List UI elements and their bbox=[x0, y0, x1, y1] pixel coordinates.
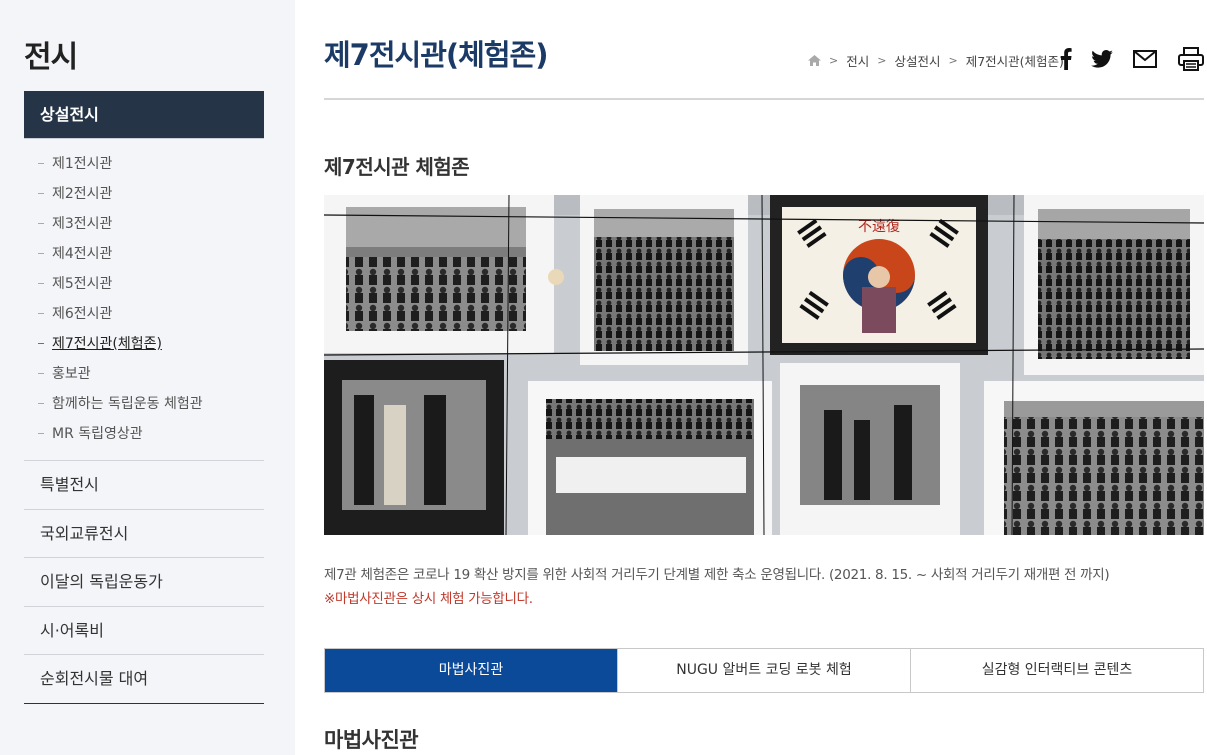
submenu-item-mr-theater[interactable]: MR 독립영상관 bbox=[24, 419, 264, 449]
submenu-item-hall-5[interactable]: 제5전시관 bbox=[24, 269, 264, 299]
sidebar: 전시 상설전시 제1전시관 제2전시관 제3전시관 제4전시관 제5전시관 제6… bbox=[0, 0, 295, 755]
facebook-share-button[interactable] bbox=[1057, 46, 1075, 72]
breadcrumb: > 전시 > 상설전시 > 제7전시관(체험존) bbox=[808, 51, 1064, 70]
chevron-right-icon: > bbox=[877, 54, 887, 67]
chevron-right-icon: > bbox=[948, 54, 958, 67]
mail-icon bbox=[1133, 50, 1157, 68]
sidebar-item-poem-monument[interactable]: 시·어록비 bbox=[24, 605, 264, 655]
twitter-icon bbox=[1091, 50, 1113, 68]
submenu-item-hall-1[interactable]: 제1전시관 bbox=[24, 149, 264, 179]
breadcrumb-item[interactable]: 상설전시 bbox=[894, 51, 940, 70]
dash-icon bbox=[38, 403, 44, 404]
sidebar-item-independence-activist[interactable]: 이달의 독립운동가 bbox=[24, 557, 264, 606]
breadcrumb-item[interactable]: 전시 bbox=[846, 51, 869, 70]
dash-icon bbox=[38, 163, 44, 164]
dash-icon bbox=[38, 223, 44, 224]
sidebar-item-special-exhibition[interactable]: 특별전시 bbox=[24, 460, 264, 509]
sidebar-divider bbox=[24, 138, 264, 139]
dash-icon bbox=[38, 313, 44, 314]
photo-wall-illustration: 不遠復 bbox=[324, 195, 1204, 535]
notice-text: 제7관 체험존은 코로나 19 확산 방지를 위한 사회적 거리두기 단계별 제… bbox=[324, 567, 1110, 583]
dash-icon bbox=[38, 373, 44, 374]
chevron-right-icon: > bbox=[829, 54, 839, 67]
submenu-item-label: 제1전시관 bbox=[52, 156, 113, 172]
submenu-item-label: 함께하는 독립운동 체험관 bbox=[52, 396, 203, 412]
dash-icon bbox=[38, 433, 44, 434]
submenu-item-hall-7[interactable]: 제7전시관(체험존) bbox=[24, 329, 264, 359]
dash-icon bbox=[38, 193, 44, 194]
page-title: 제7전시관(체험존) bbox=[324, 38, 548, 72]
sidebar-title: 전시 bbox=[24, 40, 78, 75]
sidebar-item-traveling-exhibition[interactable]: 순회전시물 대여 bbox=[24, 654, 264, 703]
submenu-item-label: 제4전시관 bbox=[52, 246, 113, 262]
sidebar-submenu: 제1전시관 제2전시관 제3전시관 제4전시관 제5전시관 제6전시관 제7전시… bbox=[24, 149, 264, 449]
submenu-item-label: MR 독립영상관 bbox=[52, 426, 143, 442]
submenu-item-label: 제7전시관(체험존) bbox=[52, 336, 162, 352]
submenu-item-label: 제6전시관 bbox=[52, 306, 113, 322]
submenu-item-label: 제2전시관 bbox=[52, 186, 113, 202]
dash-icon bbox=[38, 283, 44, 284]
print-button[interactable] bbox=[1177, 46, 1205, 72]
tab-interactive-content[interactable]: 실감형 인터랙티브 콘텐츠 bbox=[910, 649, 1203, 692]
submenu-item-hall-6[interactable]: 제6전시관 bbox=[24, 299, 264, 329]
sidebar-main-menu: 특별전시 국외교류전시 이달의 독립운동가 시·어록비 순회전시물 대여 bbox=[24, 460, 264, 704]
tab-nugu-albert-coding[interactable]: NUGU 알버트 코딩 로봇 체험 bbox=[617, 649, 910, 692]
submenu-item-pr-hall[interactable]: 홍보관 bbox=[24, 359, 264, 389]
dash-icon bbox=[38, 343, 44, 344]
submenu-item-hall-2[interactable]: 제2전시관 bbox=[24, 179, 264, 209]
submenu-item-experience-hall[interactable]: 함께하는 독립운동 체험관 bbox=[24, 389, 264, 419]
section-title: 제7전시관 체험존 bbox=[324, 155, 470, 179]
sidebar-item-permanent-exhibition[interactable]: 상설전시 bbox=[24, 91, 264, 138]
submenu-item-hall-4[interactable]: 제4전시관 bbox=[24, 239, 264, 269]
header-divider bbox=[324, 98, 1204, 100]
sidebar-item-international-exhibition[interactable]: 국외교류전시 bbox=[24, 508, 264, 558]
twitter-share-button[interactable] bbox=[1090, 46, 1114, 72]
notice-highlight: ※마법사진관은 상시 체험 가능합니다. bbox=[324, 591, 533, 607]
submenu-item-label: 홍보관 bbox=[52, 366, 91, 382]
submenu-item-hall-3[interactable]: 제3전시관 bbox=[24, 209, 264, 239]
page: 전시 상설전시 제1전시관 제2전시관 제3전시관 제4전시관 제5전시관 제6… bbox=[0, 0, 1207, 755]
content-tabs: 마법사진관 NUGU 알버트 코딩 로봇 체험 실감형 인터랙티브 콘텐츠 bbox=[324, 648, 1204, 693]
breadcrumb-item-current: 제7전시관(체험존) bbox=[965, 54, 1064, 69]
email-share-button[interactable] bbox=[1132, 46, 1158, 72]
home-icon[interactable] bbox=[808, 55, 821, 66]
submenu-item-label: 제5전시관 bbox=[52, 276, 113, 292]
exhibition-photo: 不遠復 bbox=[324, 195, 1204, 535]
tab-magic-photo-studio[interactable]: 마법사진관 bbox=[325, 649, 617, 692]
facebook-icon bbox=[1061, 48, 1072, 70]
dash-icon bbox=[38, 253, 44, 254]
tab-section-title: 마법사진관 bbox=[324, 728, 419, 752]
print-icon bbox=[1178, 47, 1204, 71]
submenu-item-label: 제3전시관 bbox=[52, 216, 113, 232]
